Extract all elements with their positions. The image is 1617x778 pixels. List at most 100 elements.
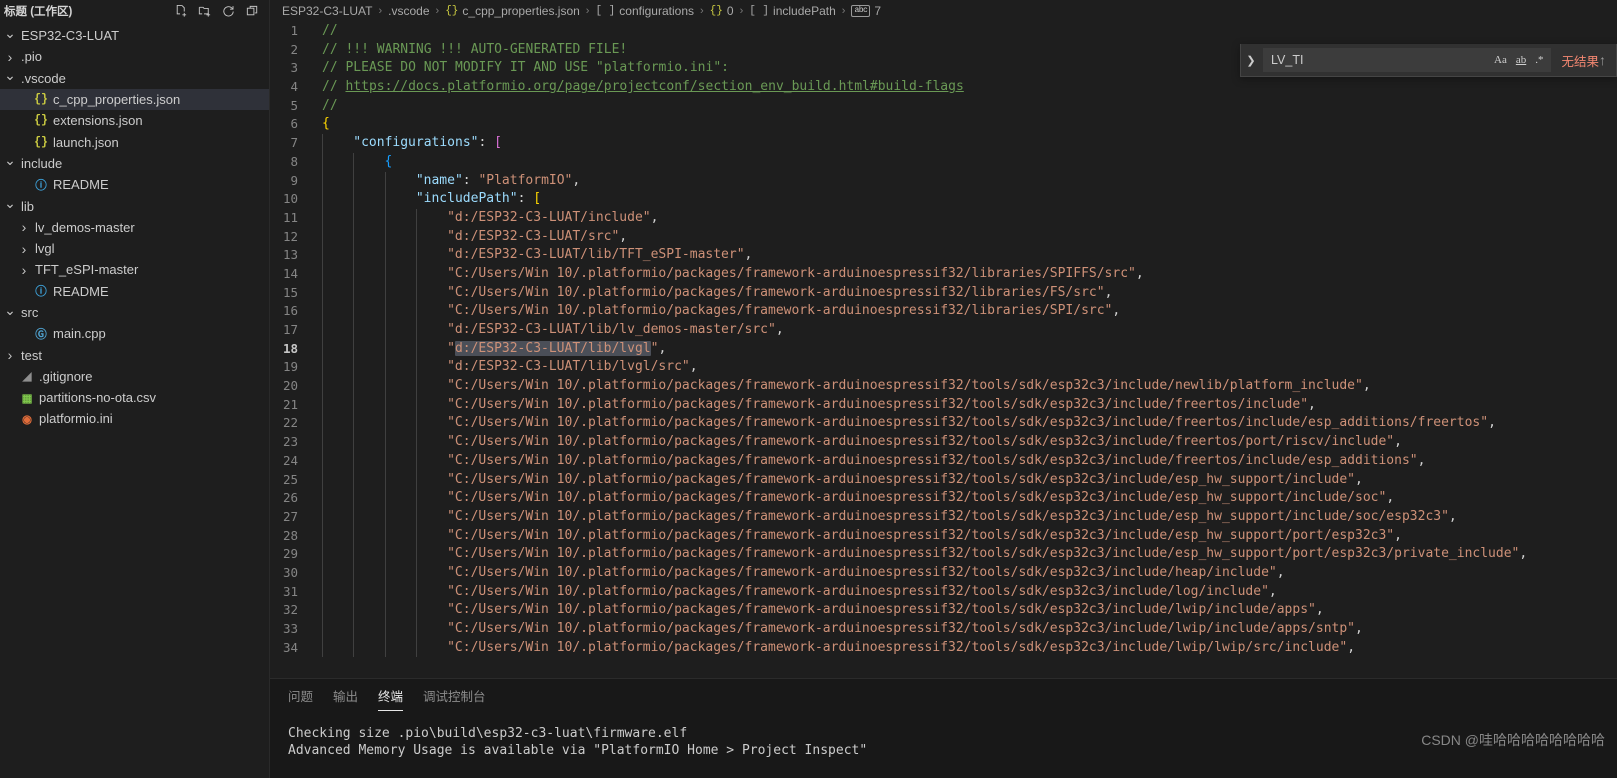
breadcrumb-item-includepath[interactable]: [ ] includePath <box>749 4 836 18</box>
code-line[interactable]: 9 "name": "PlatformIO", <box>270 171 1617 191</box>
breadcrumb-item-esp32-c3-luat[interactable]: ESP32-C3-LUAT <box>282 4 372 18</box>
code-content[interactable]: "d:/ESP32-C3-LUAT/include", <box>322 208 1617 228</box>
tree-item-test[interactable]: › test <box>0 344 269 365</box>
code-line[interactable]: 4 // https://docs.platformio.org/page/pro… <box>270 78 1617 97</box>
code-content[interactable]: "name": "PlatformIO", <box>322 171 1617 191</box>
code-line[interactable]: 18 "d:/ESP32-C3-LUAT/lib/lvgl", <box>270 339 1617 359</box>
chevron-right-icon[interactable]: › <box>16 241 32 257</box>
refresh-icon[interactable] <box>221 4 236 19</box>
chevron-right-icon[interactable]: ❯ <box>1241 54 1261 67</box>
chevron-down-icon[interactable]: ⌄ <box>2 152 18 169</box>
code-line[interactable]: 27 "C:/Users/Win 10/.platformio/packages/… <box>270 507 1617 527</box>
panel-tab-0[interactable]: 问题 <box>288 686 313 711</box>
code-line[interactable]: 12 "d:/ESP32-C3-LUAT/src", <box>270 227 1617 247</box>
tree-item-lib[interactable]: ⌄ lib <box>0 195 269 216</box>
find-input-container[interactable]: LV_TI Aa ab .* <box>1263 48 1552 72</box>
scroll-up-icon[interactable]: ↑ <box>1599 52 1616 68</box>
breadcrumb-item-configurations[interactable]: [ ] configurations <box>595 4 694 18</box>
chevron-down-icon[interactable]: ⌄ <box>2 25 18 42</box>
code-line[interactable]: 22 "C:/Users/Win 10/.platformio/packages/… <box>270 414 1617 434</box>
match-case-icon[interactable]: Aa <box>1494 54 1507 66</box>
code-line[interactable]: 10 "includePath": [ <box>270 190 1617 209</box>
code-content[interactable]: "C:/Users/Win 10/.platformio/packages/fr… <box>322 470 1617 490</box>
code-line[interactable]: 15 "C:/Users/Win 10/.platformio/packages/… <box>270 283 1617 303</box>
code-content[interactable]: { <box>322 115 1617 134</box>
code-line[interactable]: 21 "C:/Users/Win 10/.platformio/packages/… <box>270 395 1617 415</box>
code-line[interactable]: 32 "C:/Users/Win 10/.platformio/packages/… <box>270 601 1617 621</box>
editor-viewport[interactable]: 1 // 2 // !!! WARNING !!! AUTO-GENERATED FI… <box>270 22 1617 678</box>
code-content[interactable]: "d:/ESP32-C3-LUAT/src", <box>322 227 1617 247</box>
tree-item-src[interactable]: ⌄ src <box>0 302 269 323</box>
code-line[interactable]: 28 "C:/Users/Win 10/.platformio/packages/… <box>270 526 1617 546</box>
code-content[interactable]: "d:/ESP32-C3-LUAT/lib/lvgl", <box>322 339 1617 359</box>
code-content[interactable]: "C:/Users/Win 10/.platformio/packages/fr… <box>322 283 1617 303</box>
code-line[interactable]: 26 "C:/Users/Win 10/.platformio/packages/… <box>270 489 1617 508</box>
panel-tab-1[interactable]: 输出 <box>333 686 358 711</box>
code-content[interactable]: "C:/Users/Win 10/.platformio/packages/fr… <box>322 526 1617 546</box>
tree-item-tft-espi-master[interactable]: › TFT_eSPI-master <box>0 259 269 280</box>
panel-tabs[interactable]: 问题 输出 终端 调试控制台 <box>270 679 1617 711</box>
code-content[interactable]: "C:/Users/Win 10/.platformio/packages/fr… <box>322 489 1617 508</box>
code-content[interactable]: // https://docs.platformio.org/page/proj… <box>322 78 1617 97</box>
breadcrumb-item-7[interactable]: abc 7 <box>851 4 881 18</box>
code-line[interactable]: 8{ <box>270 152 1617 172</box>
chevron-right-icon[interactable]: › <box>2 347 18 363</box>
code-content[interactable]: "C:/Users/Win 10/.platformio/packages/fr… <box>322 601 1617 621</box>
tree-item--pio[interactable]: › .pio <box>0 46 269 67</box>
code-content[interactable]: "C:/Users/Win 10/.platformio/packages/fr… <box>322 395 1617 415</box>
code-line[interactable]: 14 "C:/Users/Win 10/.platformio/packages/… <box>270 264 1617 284</box>
code-content[interactable]: "C:/Users/Win 10/.platformio/packages/fr… <box>322 620 1617 639</box>
code-content[interactable]: "C:/Users/Win 10/.platformio/packages/fr… <box>322 545 1617 564</box>
code-line[interactable]: 31 "C:/Users/Win 10/.platformio/packages/… <box>270 582 1617 602</box>
tree-item-launch-json[interactable]: {} launch.json <box>0 131 269 152</box>
breadcrumb-item--vscode[interactable]: .vscode <box>388 4 429 18</box>
collapse-all-icon[interactable] <box>245 4 260 19</box>
breadcrumb-item-0[interactable]: {} 0 <box>710 4 734 18</box>
tree-item-include[interactable]: ⌄ include <box>0 152 269 174</box>
chevron-down-icon[interactable]: ⌄ <box>2 67 18 84</box>
code-line[interactable]: 34 "C:/Users/Win 10/.platformio/packages/… <box>270 638 1617 658</box>
tree-item-main-cpp[interactable]: Ⓖmain.cpp <box>0 323 269 344</box>
tree-item-readme[interactable]: ⓘ README <box>0 174 269 195</box>
tree-item--gitignore[interactable]: ◢ .gitignore <box>0 366 269 387</box>
new-file-icon[interactable] <box>173 4 188 19</box>
code-content[interactable]: "C:/Users/Win 10/.platformio/packages/fr… <box>322 451 1617 471</box>
code-content[interactable]: "C:/Users/Win 10/.platformio/packages/fr… <box>322 414 1617 434</box>
code-content[interactable]: { <box>322 152 1617 172</box>
code-line[interactable]: 20 "C:/Users/Win 10/.platformio/packages/… <box>270 377 1617 396</box>
find-widget[interactable]: ❯ LV_TI Aa ab .* 无结果 ↑ <box>1240 44 1617 77</box>
code-content[interactable]: // <box>322 22 1617 41</box>
code-line[interactable]: 29 "C:/Users/Win 10/.platformio/packages/… <box>270 545 1617 564</box>
code-content[interactable]: "C:/Users/Win 10/.platformio/packages/fr… <box>322 433 1617 452</box>
code-line[interactable]: 11 "d:/ESP32-C3-LUAT/include", <box>270 208 1617 228</box>
code-content[interactable]: "d:/ESP32-C3-LUAT/lib/TFT_eSPI-master", <box>322 246 1617 265</box>
code-content[interactable]: "C:/Users/Win 10/.platformio/packages/fr… <box>322 264 1617 284</box>
tree-item-readme[interactable]: ⓘ README <box>0 281 269 302</box>
code-line[interactable]: 17 "d:/ESP32-C3-LUAT/lib/lv_demos-master/… <box>270 321 1617 340</box>
chevron-right-icon[interactable]: › <box>2 49 18 65</box>
panel-tab-3[interactable]: 调试控制台 <box>423 686 486 711</box>
code-content[interactable]: // <box>322 97 1617 116</box>
terminal-output[interactable]: Checking size .pio\build\esp32-c3-luat\f… <box>270 711 1617 778</box>
code-line[interactable]: 1 // <box>270 22 1617 41</box>
code-line[interactable]: 19 "d:/ESP32-C3-LUAT/lib/lvgl/src", <box>270 358 1617 378</box>
code-content[interactable]: "configurations": [ <box>322 134 1617 153</box>
code-line[interactable]: 6{ <box>270 115 1617 134</box>
chevron-down-icon[interactable]: ⌄ <box>2 302 18 319</box>
tree-item-extensions-json[interactable]: {} extensions.json <box>0 110 269 131</box>
code-line[interactable]: 24 "C:/Users/Win 10/.platformio/packages/… <box>270 451 1617 471</box>
code-content[interactable]: "d:/ESP32-C3-LUAT/lib/lv_demos-master/sr… <box>322 321 1617 340</box>
tree-item--vscode[interactable]: ⌄ .vscode <box>0 67 269 89</box>
code-line[interactable]: 23 "C:/Users/Win 10/.platformio/packages/… <box>270 433 1617 452</box>
find-input[interactable]: LV_TI <box>1271 53 1494 67</box>
breadcrumb[interactable]: ESP32-C3-LUAT › .vscode ›{} c_cpp_properties… <box>270 0 1617 22</box>
code-content[interactable]: "C:/Users/Win 10/.platformio/packages/fr… <box>322 638 1617 658</box>
code-line[interactable]: 16 "C:/Users/Win 10/.platformio/packages/… <box>270 302 1617 322</box>
use-regex-icon[interactable]: .* <box>1535 54 1543 66</box>
code-content[interactable]: "C:/Users/Win 10/.platformio/packages/fr… <box>322 302 1617 322</box>
code-content[interactable]: "C:/Users/Win 10/.platformio/packages/fr… <box>322 507 1617 527</box>
code-line[interactable]: 13 "d:/ESP32-C3-LUAT/lib/TFT_eSPI-master"… <box>270 246 1617 265</box>
whole-word-icon[interactable]: ab <box>1516 54 1526 66</box>
breadcrumb-item-c-cpp-properties-json[interactable]: {} c_cpp_properties.json <box>445 4 580 18</box>
code-line[interactable]: 7 "configurations": [ <box>270 134 1617 153</box>
